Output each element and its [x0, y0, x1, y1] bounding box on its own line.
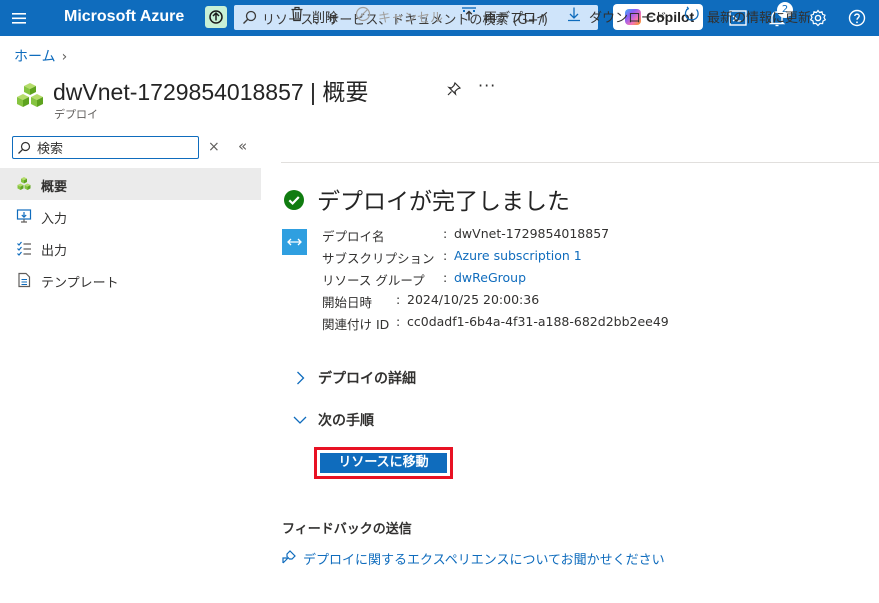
- more-options-icon[interactable]: ···: [478, 76, 496, 95]
- feedback-link-label: デプロイに関するエクスペリエンスについてお聞かせください: [303, 553, 665, 568]
- detail-key: サブスクリプション: [322, 251, 435, 266]
- resource-group-link[interactable]: dwReGroup: [454, 270, 526, 285]
- sidebar-item-input[interactable]: 入力: [0, 200, 261, 232]
- detail-value: dwVnet-1729854018857: [454, 226, 610, 241]
- upgrade-icon[interactable]: [205, 6, 227, 28]
- help-icon[interactable]: [847, 8, 867, 28]
- chevron-down-icon: [293, 416, 307, 424]
- sidebar-item-label: 出力: [41, 244, 68, 259]
- success-check-icon: [284, 190, 304, 210]
- pin-icon[interactable]: [446, 81, 462, 97]
- output-icon: [17, 241, 31, 256]
- deployment-icon: [282, 229, 307, 255]
- detail-value: 2024/10/25 20:00:36: [407, 292, 540, 307]
- input-icon: [16, 209, 32, 223]
- overview-icon: [17, 177, 31, 190]
- deployment-resource-icon: [17, 83, 43, 107]
- chevron-right-icon: ›: [61, 49, 68, 65]
- sidebar-item-overview[interactable]: 概要: [0, 168, 261, 200]
- cancel-label: キャンセル: [378, 11, 444, 26]
- feedback-title: フィードバックの送信: [282, 522, 412, 537]
- detail-separator: :: [443, 248, 448, 263]
- search-icon: [18, 141, 31, 154]
- highlight-box: リソースに移動: [314, 447, 453, 479]
- detail-separator: :: [443, 270, 448, 285]
- page-subtitle: デプロイ: [54, 108, 98, 121]
- deployment-status-title: デプロイが完了しました: [317, 189, 570, 215]
- detail-separator: :: [443, 226, 448, 241]
- download-label: ダウンロード: [589, 11, 668, 26]
- collapse-nav-icon[interactable]: «: [238, 137, 247, 155]
- sidebar-item-label: テンプレート: [41, 276, 119, 291]
- detail-separator: :: [396, 314, 401, 329]
- sidebar-item-label: 入力: [41, 212, 68, 227]
- breadcrumb-home[interactable]: ホーム: [14, 49, 56, 65]
- redeploy-icon: [462, 7, 476, 21]
- detail-key: デプロイ名: [322, 229, 385, 244]
- template-icon: [18, 272, 31, 288]
- search-icon: [243, 10, 257, 24]
- detail-key: 開始日時: [322, 295, 373, 310]
- cancel-icon: [355, 6, 371, 22]
- detail-separator: :: [396, 292, 401, 307]
- delete-label: 削除: [312, 11, 339, 26]
- deployment-details-label: デプロイの詳細: [318, 371, 416, 387]
- feedback-icon: [282, 550, 296, 564]
- delete-icon: [291, 6, 303, 22]
- refresh-label: 最新の情報に更新: [707, 11, 812, 26]
- nav-search-box[interactable]: [12, 136, 199, 159]
- chevron-right-icon: [297, 371, 305, 385]
- clear-search-icon[interactable]: ×: [208, 139, 220, 155]
- detail-key: 関連付け ID: [322, 317, 390, 332]
- detail-key: リソース グループ: [322, 273, 425, 288]
- go-to-resource-button[interactable]: リソースに移動: [320, 453, 447, 473]
- download-icon: [568, 7, 580, 22]
- refresh-icon: [684, 6, 699, 21]
- portal-brand[interactable]: Microsoft Azure: [64, 8, 184, 26]
- subscription-link[interactable]: Azure subscription 1: [454, 248, 582, 263]
- sidebar-item-label: 概要: [41, 180, 68, 195]
- next-steps-label: 次の手順: [318, 413, 374, 429]
- command-bar: [281, 133, 879, 163]
- page-title: dwVnet-1729854018857 | 概要: [53, 79, 369, 105]
- detail-value: cc0dadf1-6b4a-4f31-a188-682d2bb2ee49: [407, 314, 669, 329]
- nav-search-input[interactable]: [35, 139, 195, 156]
- sidebar-item-output[interactable]: 出力: [0, 232, 261, 264]
- breadcrumb: ホーム ›: [14, 46, 67, 66]
- sidebar-item-template[interactable]: テンプレート: [0, 264, 261, 296]
- redeploy-label: 再デプロイ: [484, 11, 550, 26]
- menu-icon[interactable]: [10, 9, 28, 27]
